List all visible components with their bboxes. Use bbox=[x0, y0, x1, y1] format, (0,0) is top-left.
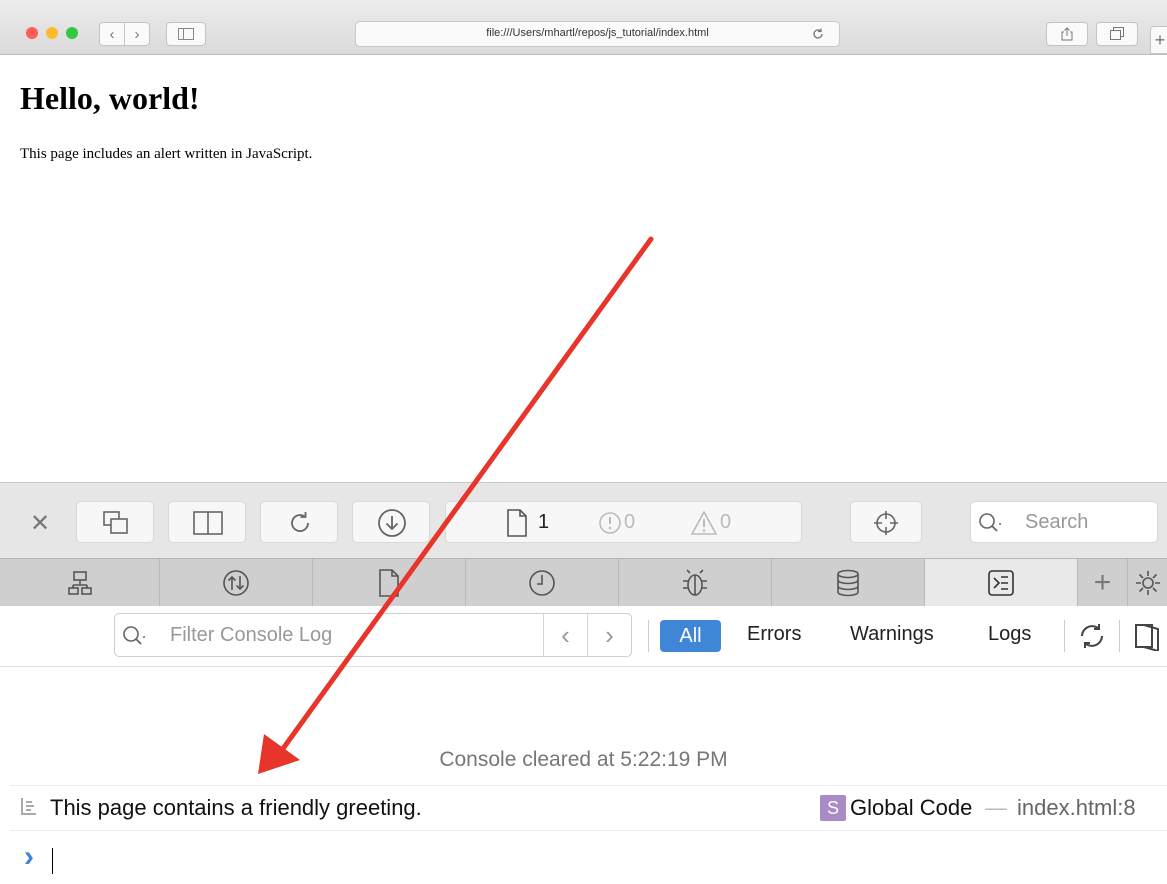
close-window-button[interactable] bbox=[26, 27, 38, 39]
tab-debugger[interactable] bbox=[619, 559, 772, 607]
reload-icon[interactable] bbox=[811, 27, 825, 41]
console-log-message: This page contains a friendly greeting. bbox=[50, 795, 422, 820]
timelines-icon bbox=[529, 570, 555, 596]
page-paragraph: This page includes an alert written in J… bbox=[20, 146, 313, 162]
filter-warnings-button[interactable]: Warnings bbox=[850, 623, 934, 646]
zoom-window-button[interactable] bbox=[66, 27, 78, 39]
resource-count: 1 bbox=[538, 511, 550, 533]
divider bbox=[1064, 620, 1065, 652]
page-heading: Hello, world! bbox=[20, 80, 200, 116]
divider bbox=[10, 830, 1167, 831]
filter-placeholder: Filter Console Log bbox=[170, 624, 333, 646]
inspect-element-button[interactable] bbox=[850, 501, 922, 543]
chevron-right-icon: › bbox=[134, 25, 140, 43]
sidebar-icon bbox=[178, 28, 194, 40]
next-match-button[interactable]: › bbox=[587, 614, 631, 656]
close-icon: ✕ bbox=[30, 510, 51, 537]
network-icon bbox=[223, 570, 249, 596]
devtools-tab-bar: + bbox=[0, 558, 1167, 608]
log-level-icon bbox=[21, 798, 36, 815]
filter-logs-button[interactable]: Logs bbox=[988, 623, 1031, 646]
sidebar-toggle-button[interactable] bbox=[166, 22, 206, 46]
divider bbox=[648, 620, 649, 652]
back-button[interactable]: ‹ bbox=[99, 22, 125, 46]
dock-side-button[interactable] bbox=[168, 501, 246, 543]
share-button[interactable] bbox=[1046, 22, 1088, 46]
detach-window-button[interactable] bbox=[76, 501, 154, 543]
warning-icon bbox=[690, 510, 718, 535]
source-function: Global Code bbox=[850, 795, 973, 820]
divider bbox=[1119, 620, 1120, 652]
browser-titlebar: ‹ › file:///Users/mhartl/repos/js_tutori… bbox=[0, 0, 1167, 55]
error-icon bbox=[599, 512, 621, 534]
source-location-link[interactable]: index.html:8 bbox=[1017, 795, 1136, 821]
storage-icon bbox=[837, 569, 859, 597]
search-icon bbox=[123, 626, 145, 645]
console-filter-bar: Filter Console Log ‹ › All Errors Warnin… bbox=[0, 606, 1167, 667]
forward-button[interactable]: › bbox=[124, 22, 150, 46]
tabs-overview-icon bbox=[1110, 27, 1124, 40]
tab-console[interactable] bbox=[925, 559, 1078, 607]
download-icon bbox=[378, 509, 406, 537]
clear-log-icon[interactable] bbox=[1076, 621, 1108, 651]
prompt-chevron-icon: › bbox=[24, 840, 34, 873]
detach-window-icon bbox=[103, 511, 128, 534]
plus-icon: + bbox=[1154, 29, 1166, 50]
minimize-window-button[interactable] bbox=[46, 27, 58, 39]
gear-icon bbox=[1135, 571, 1160, 595]
filter-console-input[interactable]: Filter Console Log ‹ › bbox=[114, 613, 632, 657]
console-cleared-message: Console cleared at 5:22:19 PM bbox=[439, 748, 728, 771]
search-field[interactable]: Search bbox=[970, 501, 1158, 543]
settings-button[interactable] bbox=[1128, 559, 1167, 607]
new-tab-button[interactable]: + bbox=[1150, 26, 1167, 54]
error-count: 0 bbox=[624, 511, 636, 533]
chevron-left-icon: ‹ bbox=[109, 25, 115, 43]
plus-icon: + bbox=[1093, 566, 1112, 599]
share-icon bbox=[1061, 27, 1073, 41]
tabs-overview-button[interactable] bbox=[1096, 22, 1138, 46]
activity-viewer[interactable]: 1 0 0 bbox=[445, 501, 802, 543]
show-sidebar-icon[interactable] bbox=[1130, 621, 1166, 651]
resources-icon bbox=[379, 569, 399, 597]
console-icon bbox=[988, 570, 1014, 596]
filter-all-button[interactable]: All bbox=[660, 620, 721, 652]
address-bar[interactable]: file:///Users/mhartl/repos/js_tutorial/i… bbox=[355, 21, 840, 47]
document-icon bbox=[507, 509, 527, 537]
dock-side-icon bbox=[193, 511, 223, 535]
close-inspector-button[interactable]: ✕ bbox=[30, 509, 50, 538]
script-badge: S bbox=[820, 795, 846, 821]
tab-resources[interactable] bbox=[313, 559, 466, 607]
crosshair-icon bbox=[874, 511, 898, 535]
tab-storage[interactable] bbox=[772, 559, 925, 607]
tab-elements[interactable] bbox=[0, 559, 160, 607]
download-archive-button[interactable] bbox=[352, 501, 430, 543]
console-input[interactable] bbox=[52, 848, 53, 874]
chevron-right-icon: › bbox=[605, 619, 614, 650]
previous-match-button[interactable]: ‹ bbox=[543, 614, 587, 656]
search-icon bbox=[979, 513, 1001, 532]
tab-timelines[interactable] bbox=[466, 559, 619, 607]
filter-errors-button[interactable]: Errors bbox=[747, 623, 801, 646]
elements-icon bbox=[67, 571, 92, 595]
divider bbox=[10, 785, 1167, 786]
chevron-left-icon: ‹ bbox=[561, 619, 570, 650]
reload-page-button[interactable] bbox=[260, 501, 338, 543]
search-placeholder: Search bbox=[1025, 511, 1089, 533]
devtools-toolbar: ✕ 1 0 0 Search bbox=[0, 482, 1167, 559]
url-text: file:///Users/mhartl/repos/js_tutorial/i… bbox=[486, 27, 709, 39]
source-separator: — bbox=[985, 795, 1007, 820]
debugger-icon bbox=[683, 569, 707, 596]
tab-network[interactable] bbox=[160, 559, 313, 607]
reload-icon bbox=[291, 512, 309, 532]
warning-count: 0 bbox=[720, 511, 732, 533]
add-tab-button[interactable]: + bbox=[1078, 559, 1128, 607]
